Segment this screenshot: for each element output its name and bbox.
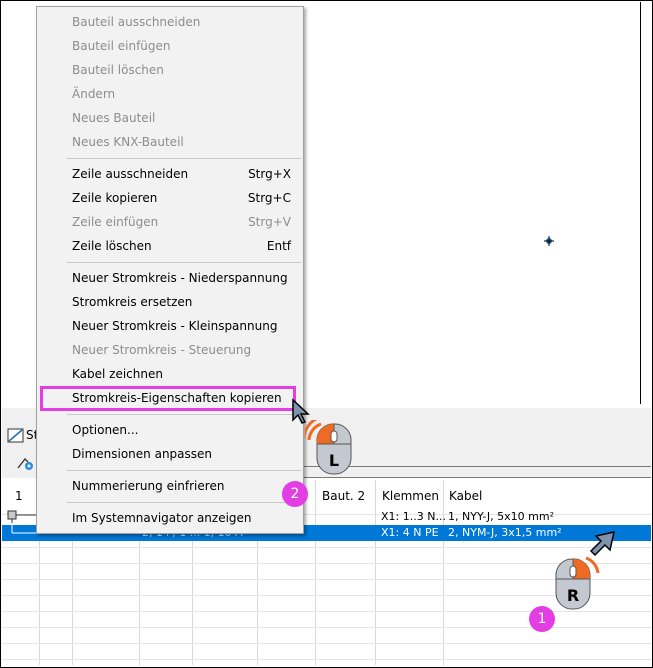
circuit-symbol-icon (7, 510, 36, 523)
menu-item-bauteil-ausschneiden[interactable]: Bauteil ausschneiden (37, 10, 303, 34)
menu-item-bauteil-loeschen[interactable]: Bauteil löschen (37, 58, 303, 82)
menu-item-aendern[interactable]: Ändern (37, 82, 303, 106)
menu-separator (67, 414, 301, 415)
menu-item-neuer-stromkreis-kleinspannung[interactable]: Neuer Stromkreis - Kleinspannung (37, 314, 303, 338)
menu-item-neuer-stromkreis-steuerung[interactable]: Neuer Stromkreis - Steuerung (37, 338, 303, 362)
menu-item-kabel-zeichnen[interactable]: Kabel zeichnen (37, 362, 303, 386)
menu-item-zeile-kopieren[interactable]: Zeile kopieren Strg+C (37, 186, 303, 210)
context-menu: Bauteil ausschneiden Bauteil einfügen Ba… (36, 6, 304, 534)
schematic-view-icon[interactable] (7, 428, 25, 444)
menu-item-optionen[interactable]: Optionen... (37, 418, 303, 442)
cell-klemmen: X1: 1..3 N... (381, 510, 446, 523)
highlight-frame (40, 386, 296, 411)
menu-item-zeile-loeschen[interactable]: Zeile löschen Entf (37, 234, 303, 258)
step-badge-1: 1 (529, 606, 555, 632)
canvas-border (640, 2, 641, 404)
menu-item-nummerierung-einfrieren[interactable]: Nummerierung einfrieren (37, 474, 303, 498)
circuit-symbol-icon (11, 525, 36, 534)
menu-item-im-systemnavigator-anzeigen[interactable]: Im Systemnavigator anzeigen (37, 506, 303, 530)
row-number-header: 1 (15, 489, 23, 503)
column-header-kabel[interactable]: Kabel (449, 489, 482, 503)
cell-klemmen: X1: 4 N PE (381, 526, 439, 539)
add-circuit-icon[interactable] (16, 454, 34, 470)
menu-item-bauteil-einfuegen[interactable]: Bauteil einfügen (37, 34, 303, 58)
menu-item-zeile-ausschneiden[interactable]: Zeile ausschneiden Strg+X (37, 162, 303, 186)
menu-item-zeile-einfuegen[interactable]: Zeile einfügen Strg+V (37, 210, 303, 234)
cell-kabel: 2, NYM-J, 3x1,5 mm² (448, 526, 562, 539)
menu-item-neues-knx-bauteil[interactable]: Neues KNX-Bauteil (37, 130, 303, 154)
menu-separator (67, 158, 301, 159)
menu-item-neues-bauteil[interactable]: Neues Bauteil (37, 106, 303, 130)
menu-item-neuer-stromkreis-niederspannung[interactable]: Neuer Stromkreis - Niederspannung (37, 266, 303, 290)
mouse-right-letter: R (567, 586, 579, 605)
snap-point-icon[interactable] (544, 236, 554, 246)
mouse-left-letter: L (329, 451, 339, 470)
menu-separator (67, 470, 301, 471)
step-badge-2: 2 (282, 481, 308, 507)
column-header-baut2[interactable]: Baut. 2 (322, 489, 365, 503)
column-header-klemmen[interactable]: Klemmen (382, 489, 439, 503)
mouse-right-click-icon: R (555, 556, 600, 610)
mouse-left-click-icon: L (305, 420, 352, 475)
menu-separator (67, 262, 301, 263)
menu-item-stromkreis-ersetzen[interactable]: Stromkreis ersetzen (37, 290, 303, 314)
cell-kabel: 1, NYY-J, 5x10 mm² (448, 510, 555, 523)
menu-item-dimensionen-anpassen[interactable]: Dimensionen anpassen (37, 442, 303, 466)
menu-separator (67, 502, 301, 503)
